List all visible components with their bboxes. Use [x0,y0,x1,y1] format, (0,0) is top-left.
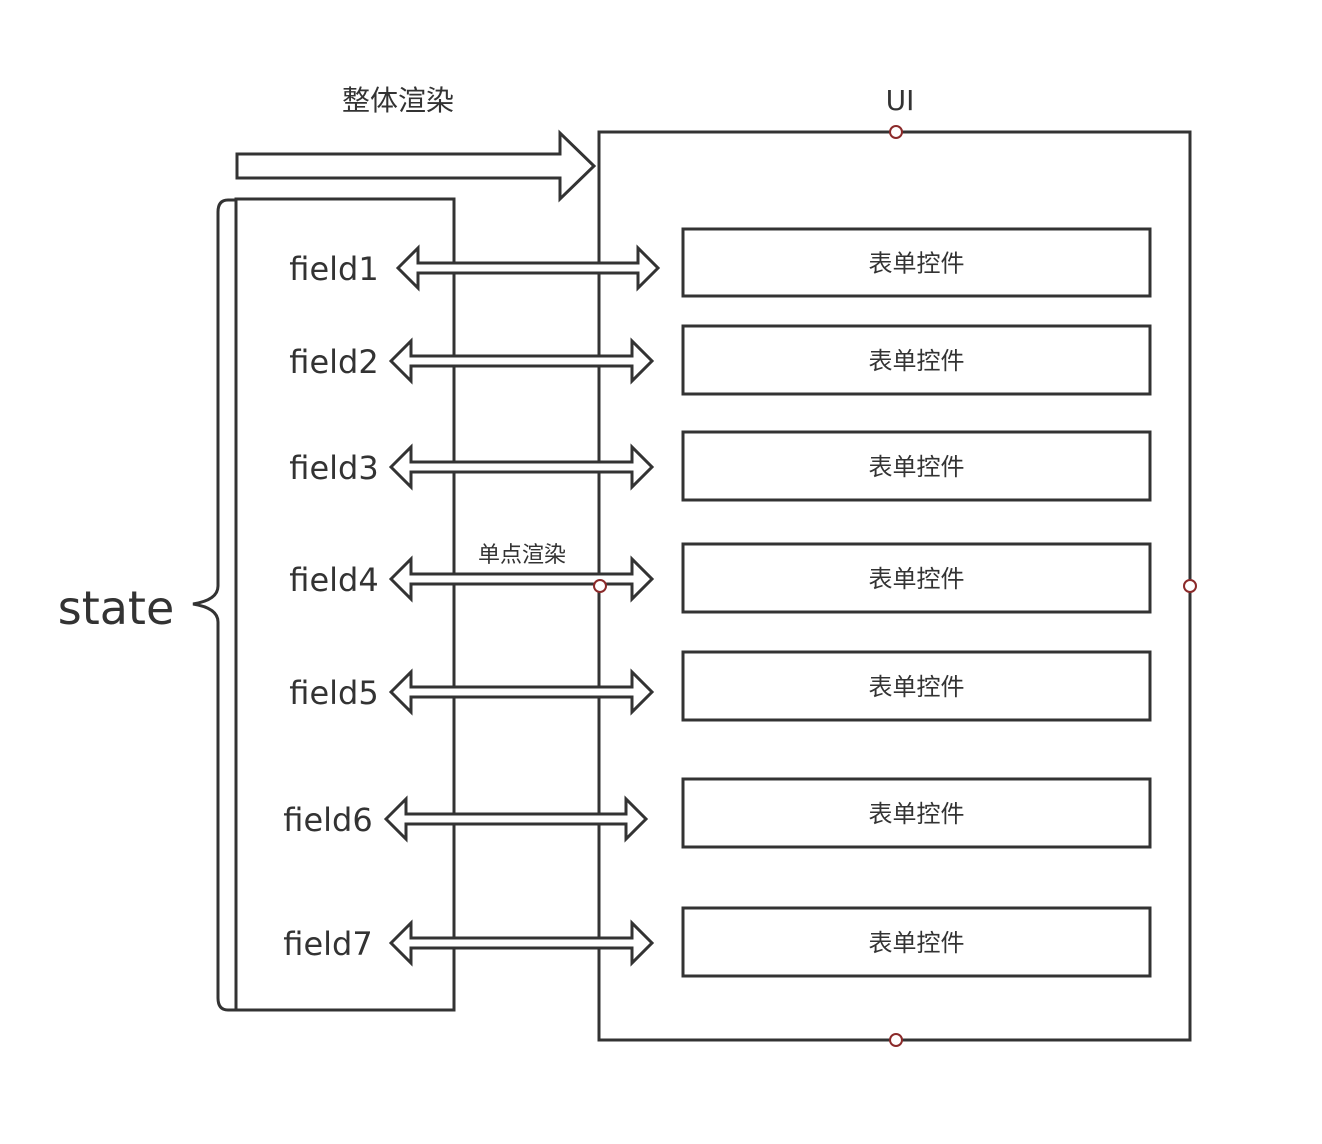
binding-arrow-7 [388,919,655,967]
field-label-4: field4 [289,561,378,599]
overall-render-arrow [235,129,597,203]
field-label-5: field5 [289,674,378,712]
form-control-label-4: 表单控件 [869,565,965,593]
binding-arrow-3 [388,443,655,491]
ui-handle-top[interactable] [889,125,903,139]
diagram-canvas: 整体渲染 UI state 单点渲染 field1 表单控件field2 表单控件f… [58,84,1197,1047]
state-box [234,197,456,1012]
binding-arrow-6 [383,795,649,843]
state-brace [192,198,236,1012]
field-label-1: field1 [289,250,378,288]
form-control-label-1: 表单控件 [869,250,965,278]
field-label-6: field6 [283,801,372,839]
ui-label: UI [886,84,915,117]
ui-handle-bottom[interactable] [889,1033,903,1047]
binding-arrow-1 [395,244,661,292]
binding-arrow-5 [388,668,655,716]
field-label-2: field2 [289,343,378,381]
field-label-3: field3 [289,449,378,487]
form-control-label-3: 表单控件 [869,453,965,481]
field-rows: field1 表单控件 field2 表单控件 field3 表单控件 field4 表单控件… [283,227,1152,978]
single-render-label: 单点渲染 [478,543,566,568]
field-label-7: field7 [283,925,372,963]
ui-handle-left[interactable] [593,579,607,593]
form-control-label-5: 表单控件 [869,673,965,701]
overall-render-label: 整体渲染 [342,84,454,117]
form-control-label-2: 表单控件 [869,347,965,375]
binding-arrow-2 [388,337,655,385]
state-label: state [58,581,175,635]
form-control-label-7: 表单控件 [869,929,965,957]
ui-handle-right[interactable] [1183,579,1197,593]
form-control-label-6: 表单控件 [869,800,965,828]
